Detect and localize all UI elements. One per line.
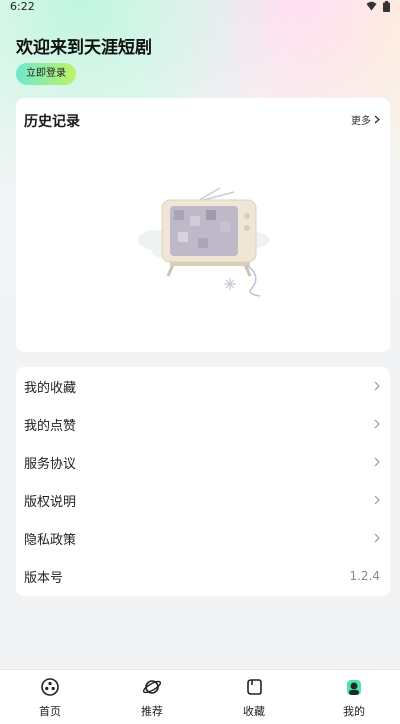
- menu-item-service-agreement[interactable]: 服务协议: [16, 443, 390, 481]
- bookmark-icon: [247, 679, 262, 695]
- empty-tv-illustration: [138, 187, 269, 297]
- tab-home-label: 首页: [39, 705, 61, 718]
- menu-item-label: 我的收藏: [24, 380, 77, 396]
- status-bar: 6:22: [0, 0, 400, 14]
- film-reel-icon: [41, 678, 59, 696]
- profile-icon: [347, 680, 361, 695]
- chevron-right-icon: [374, 457, 380, 467]
- menu-item-copyright[interactable]: 版权说明: [16, 481, 390, 519]
- login-button[interactable]: 立即登录: [16, 63, 76, 85]
- chevron-right-icon: [374, 419, 380, 429]
- planet-icon: [142, 680, 162, 694]
- more-label: 更多: [351, 116, 371, 127]
- menu-item-label: 服务协议: [24, 456, 77, 472]
- status-icons: [366, 1, 390, 12]
- tab-home[interactable]: 首页: [10, 670, 90, 724]
- menu-item-likes[interactable]: 我的点赞: [16, 405, 390, 443]
- chevron-right-icon: [374, 533, 380, 543]
- history-card: 历史记录 更多: [16, 98, 390, 352]
- chevron-right-icon: [374, 115, 380, 124]
- tab-favorites[interactable]: 收藏: [214, 670, 294, 724]
- battery-icon: [383, 1, 390, 12]
- version-label: 版本号: [24, 570, 64, 586]
- status-time: 6:22: [10, 0, 35, 13]
- tab-mine[interactable]: 我的: [314, 670, 394, 724]
- menu-item-favorites[interactable]: 我的收藏: [16, 367, 390, 405]
- menu-item-version: 版本号 1.2.4: [16, 557, 390, 595]
- menu-item-label: 隐私政策: [24, 532, 77, 548]
- chevron-right-icon: [374, 495, 380, 505]
- history-title: 历史记录: [24, 114, 80, 130]
- menu-item-label: 版权说明: [24, 494, 77, 510]
- tab-recommend-label: 推荐: [141, 705, 163, 718]
- bottom-navigation: 首页 推荐 收藏 我的: [0, 669, 400, 724]
- menu-item-privacy-policy[interactable]: 隐私政策: [16, 519, 390, 557]
- tab-favorites-label: 收藏: [243, 705, 265, 718]
- menu-card: 我的收藏 我的点赞 服务协议 版权说明 隐私政策 版本号 1.2.4: [16, 367, 390, 596]
- version-value: 1.2.4: [349, 569, 380, 583]
- menu-item-label: 我的点赞: [24, 418, 77, 434]
- history-more-link[interactable]: 更多: [351, 112, 380, 127]
- tab-mine-label: 我的: [343, 705, 365, 718]
- tab-recommend[interactable]: 推荐: [112, 670, 192, 724]
- welcome-title: 欢迎来到天涯短剧: [16, 38, 152, 58]
- wifi-icon: [366, 1, 377, 11]
- chevron-right-icon: [374, 381, 380, 391]
